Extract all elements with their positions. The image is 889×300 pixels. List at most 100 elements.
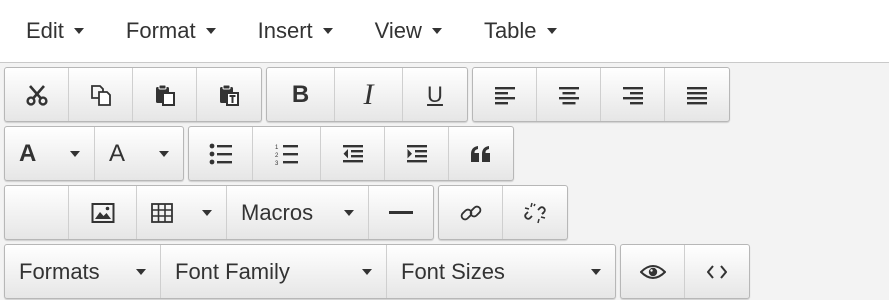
bold-button[interactable]: B xyxy=(267,68,335,121)
menu-table-label: Table xyxy=(483,18,537,43)
align-center-icon xyxy=(558,86,579,104)
link-group xyxy=(438,185,568,240)
chevron-down-icon xyxy=(546,28,557,34)
insert-link-button[interactable] xyxy=(439,186,503,239)
formats-label: Formats xyxy=(19,258,100,284)
unlink-button[interactable] xyxy=(503,186,567,239)
blockquote-button[interactable] xyxy=(449,127,513,180)
table-icon xyxy=(151,202,173,223)
font-family-label: Font Family xyxy=(175,258,290,284)
font-sizes-dropdown[interactable]: Font Sizes xyxy=(387,245,615,298)
numbered-list-icon: 1 2 3 xyxy=(275,144,298,165)
color-group: A A xyxy=(4,126,184,181)
svg-text:2: 2 xyxy=(275,153,279,159)
align-center-button[interactable] xyxy=(537,68,601,121)
image-icon xyxy=(91,202,114,223)
insert-group: Macros xyxy=(4,185,434,240)
font-sizes-label: Font Sizes xyxy=(401,258,505,284)
code-icon xyxy=(707,264,727,279)
alignment-group xyxy=(472,67,730,122)
background-color-label: A xyxy=(109,139,126,167)
text-style-group: B I U xyxy=(266,67,468,122)
chevron-down-icon xyxy=(362,268,372,275)
align-right-button[interactable] xyxy=(601,68,665,121)
unlink-icon xyxy=(524,202,546,223)
menu-insert[interactable]: Insert xyxy=(236,0,353,63)
formats-dropdown[interactable]: Formats xyxy=(5,245,161,298)
quote-icon xyxy=(471,145,490,162)
menu-view-label: View xyxy=(374,18,422,43)
chevron-down-icon xyxy=(431,28,442,34)
format-dropdown-group: Formats Font Family Font Sizes xyxy=(4,244,616,299)
font-color-button[interactable]: A xyxy=(5,127,95,180)
cut-button[interactable] xyxy=(5,68,69,121)
align-justify-icon xyxy=(687,86,707,104)
align-justify-button[interactable] xyxy=(665,68,729,121)
chevron-down-icon xyxy=(136,268,146,275)
chevron-down-icon xyxy=(205,28,216,34)
underline-button[interactable]: U xyxy=(403,68,467,121)
bold-label: B xyxy=(291,80,310,108)
chevron-down-icon xyxy=(344,209,354,216)
italic-button[interactable]: I xyxy=(335,68,403,121)
macros-dropdown[interactable]: Macros xyxy=(227,186,369,239)
toolbar-row-2: A A 1 2 3 xyxy=(4,126,518,181)
bullet-list-button[interactable] xyxy=(189,127,253,180)
svg-text:1: 1 xyxy=(275,145,279,151)
insert-image-button[interactable] xyxy=(69,186,137,239)
font-color-label: A xyxy=(19,139,37,167)
copy-icon xyxy=(90,84,111,106)
align-left-icon xyxy=(494,86,515,104)
outdent-icon xyxy=(342,144,363,162)
horizontal-rule-button[interactable] xyxy=(369,186,433,239)
toolbar-row-1: B I U xyxy=(4,67,734,122)
background-color-button[interactable]: A xyxy=(95,127,183,180)
menu-view[interactable]: View xyxy=(353,0,462,63)
chevron-down-icon xyxy=(202,209,212,216)
menu-format-label: Format xyxy=(125,18,196,43)
menu-format[interactable]: Format xyxy=(104,0,236,63)
chevron-down-icon xyxy=(159,150,169,157)
chevron-down-icon xyxy=(70,150,80,157)
clipboard-group xyxy=(4,67,262,122)
chevron-down-icon xyxy=(73,28,84,34)
align-right-icon xyxy=(622,86,643,104)
font-family-dropdown[interactable]: Font Family xyxy=(161,245,387,298)
horizontal-rule-icon xyxy=(389,210,413,214)
empty-button[interactable] xyxy=(5,186,69,239)
paste-icon xyxy=(155,84,175,106)
numbered-list-button[interactable]: 1 2 3 xyxy=(253,127,321,180)
link-icon xyxy=(460,205,481,220)
rich-text-editor: Edit Format Insert View Table B I U A A … xyxy=(0,0,889,300)
preview-button[interactable] xyxy=(621,245,685,298)
source-code-button[interactable] xyxy=(685,245,749,298)
svg-text:3: 3 xyxy=(275,161,279,165)
italic-label: I xyxy=(363,77,374,111)
insert-table-button[interactable] xyxy=(137,186,227,239)
bullet-list-icon xyxy=(209,143,232,164)
menu-edit-label: Edit xyxy=(26,18,64,43)
paste-button[interactable] xyxy=(133,68,197,121)
paste-text-icon xyxy=(220,84,239,106)
macros-label: Macros xyxy=(241,199,314,225)
paste-text-button[interactable] xyxy=(197,68,261,121)
toolbar-row-4: Formats Font Family Font Sizes xyxy=(4,244,754,299)
toolbar: B I U A A 1 2 3 Macros Formats Font Fami… xyxy=(0,64,889,300)
menubar: Edit Format Insert View Table xyxy=(0,0,889,63)
underline-label: U xyxy=(427,81,443,107)
menu-edit[interactable]: Edit xyxy=(4,0,104,63)
outdent-button[interactable] xyxy=(321,127,385,180)
indent-icon xyxy=(406,144,427,162)
indent-button[interactable] xyxy=(385,127,449,180)
eye-icon xyxy=(639,264,666,279)
list-group: 1 2 3 xyxy=(188,126,514,181)
menu-insert-label: Insert xyxy=(257,18,313,43)
align-left-button[interactable] xyxy=(473,68,537,121)
menu-table[interactable]: Table xyxy=(462,0,577,63)
copy-button[interactable] xyxy=(69,68,133,121)
chevron-down-icon xyxy=(591,268,601,275)
toolbar-row-3: Macros xyxy=(4,185,572,240)
view-group xyxy=(620,244,750,299)
scissors-icon xyxy=(25,84,48,106)
chevron-down-icon xyxy=(322,28,333,34)
